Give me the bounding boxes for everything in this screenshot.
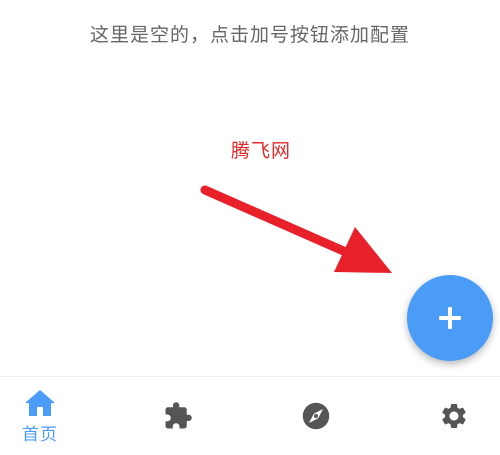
puzzle-icon <box>165 402 192 429</box>
home-icon <box>25 389 55 416</box>
gear-icon <box>442 404 466 428</box>
nav-item-discover[interactable] <box>276 377 356 455</box>
compass-icon <box>302 402 330 430</box>
empty-state-hint: 这里是空的，点击加号按钮添加配置 <box>89 24 410 46</box>
add-config-button[interactable] <box>407 275 493 361</box>
nav-label-home: 首页 <box>22 424 58 445</box>
app-screen: { "main": { "empty_hint": "这里是空的，点击加号按钮添… <box>0 0 500 454</box>
nav-item-home[interactable]: 首页 <box>0 377 80 455</box>
plus-icon <box>439 307 461 329</box>
watermark-text: 腾飞网 <box>230 140 291 162</box>
nav-item-plugins[interactable] <box>138 377 218 455</box>
nav-item-settings[interactable] <box>414 377 494 455</box>
bottom-navigation-bar: 首页 <box>0 376 500 454</box>
